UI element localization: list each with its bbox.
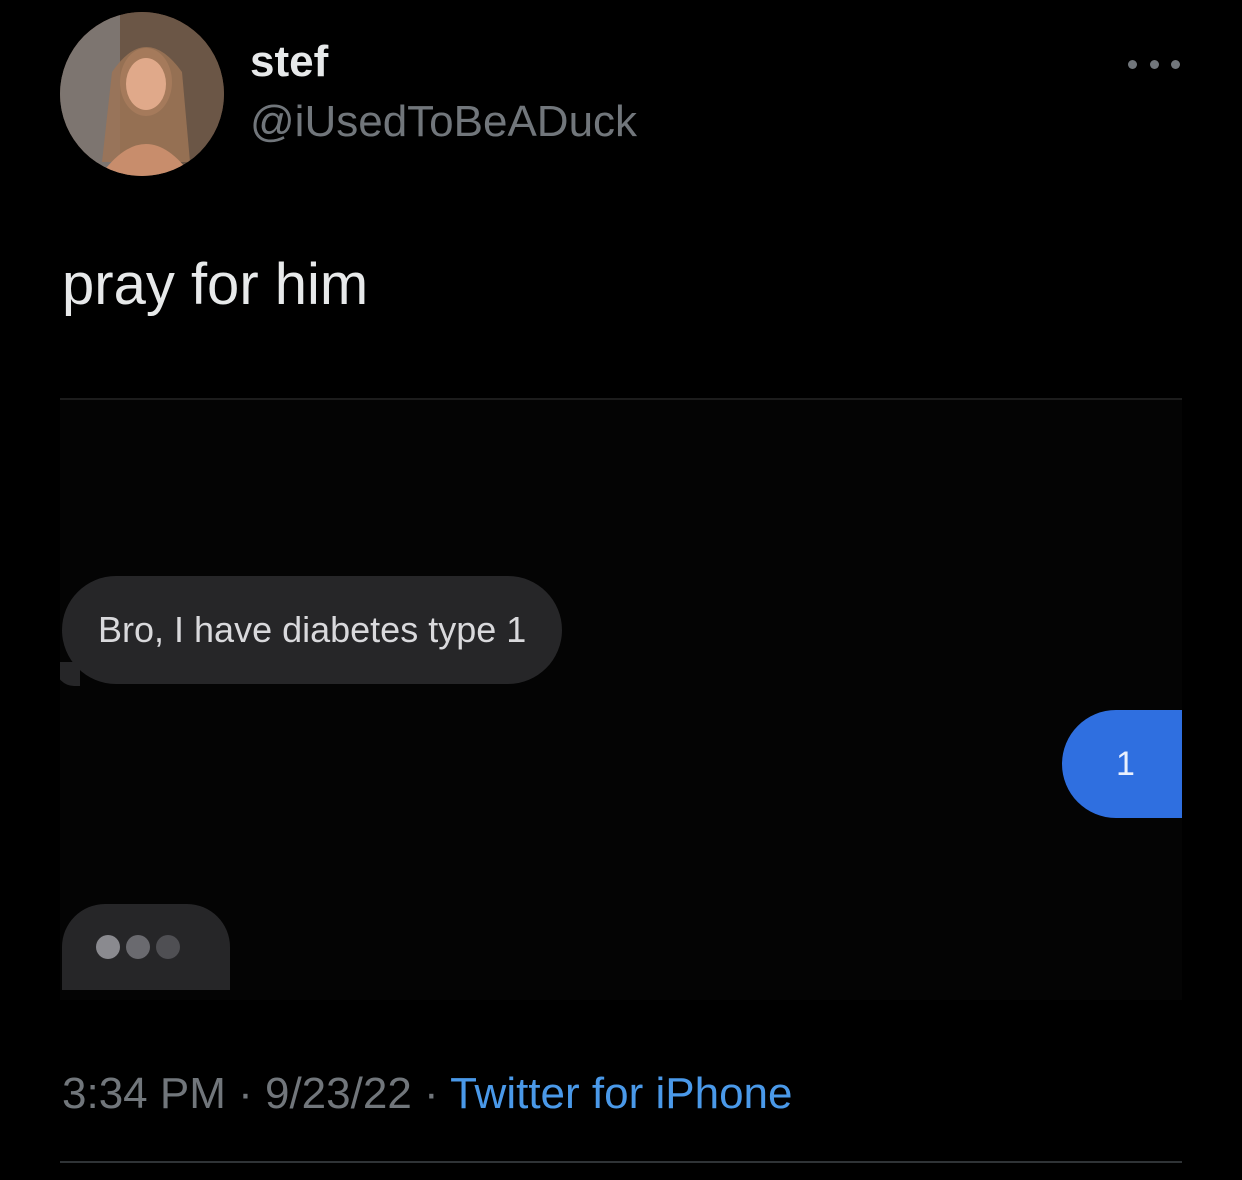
divider [60, 1161, 1182, 1163]
tweet-time[interactable]: 3:34 PM [62, 1069, 226, 1118]
tweet-date[interactable]: 9/23/22 [265, 1069, 412, 1118]
more-horizontal-icon [1128, 59, 1137, 69]
bubble-tail [60, 662, 80, 686]
tweet-meta: 3:34 PM · 9/23/22 · Twitter for iPhone [62, 1072, 792, 1116]
avatar-image [60, 12, 224, 176]
more-horizontal-icon-dot [1171, 59, 1180, 69]
received-message-text: Bro, I have diabetes type 1 [98, 609, 527, 650]
received-message-bubble: Bro, I have diabetes type 1 [60, 576, 563, 686]
more-horizontal-icon-dot [1149, 59, 1159, 69]
sent-message-text: 1 [1116, 744, 1135, 783]
tweet-text: pray for him [62, 252, 369, 317]
typing-dot [126, 935, 150, 959]
tweet-media[interactable]: Bro, I have diabetes type 1 1 [60, 398, 1182, 1000]
tweet-source-link[interactable]: Twitter for iPhone [450, 1069, 792, 1118]
typing-dots-icon [96, 935, 120, 959]
typing-dot [156, 935, 180, 959]
avatar[interactable] [60, 12, 224, 176]
meta-separator: · [225, 1069, 265, 1118]
sent-message-bubble: 1 [1062, 710, 1182, 818]
meta-separator: · [411, 1069, 451, 1118]
more-options-button[interactable] [1128, 52, 1180, 76]
author-handle[interactable]: @iUsedToBeADuck [250, 100, 637, 144]
author-display-name[interactable]: stef [250, 40, 328, 84]
typing-indicator [62, 904, 230, 990]
